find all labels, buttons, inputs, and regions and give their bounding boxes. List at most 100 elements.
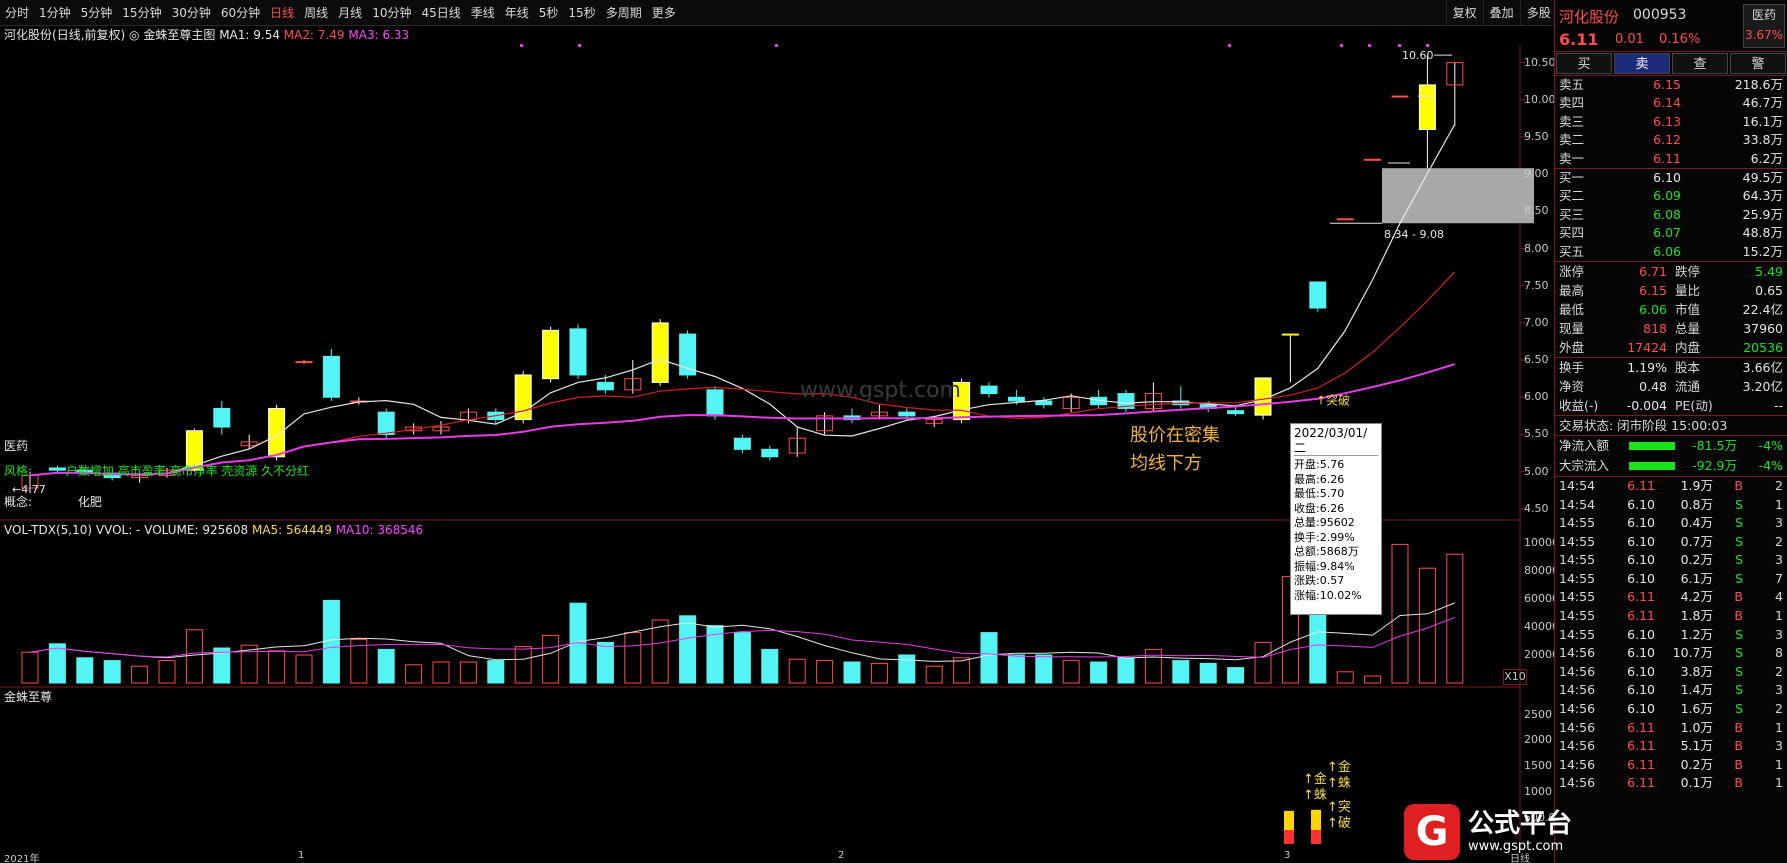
period-tab-3[interactable]: 15分钟: [117, 0, 166, 26]
book-price: 6.15: [1653, 77, 1681, 92]
tick-row[interactable]: 14:54 6.11 1.9万 B 2: [1555, 477, 1787, 496]
period-tab-13[interactable]: 5秒: [534, 0, 564, 26]
stat-label: 净资: [1559, 378, 1585, 394]
tick-count: 7: [1775, 570, 1783, 586]
period-tab-0[interactable]: 分时: [0, 0, 34, 26]
trade-button-3[interactable]: 警: [1730, 53, 1786, 74]
volume-bar: [843, 661, 861, 684]
tick-row[interactable]: 14:55 6.11 4.2万 B 4: [1555, 588, 1787, 607]
candle-body: [268, 407, 286, 458]
tick-row[interactable]: 14:56 6.10 1.6万 S 2: [1555, 700, 1787, 719]
trade-button-2[interactable]: 查: [1672, 53, 1728, 74]
candle-body: [651, 322, 669, 383]
period-tab-4[interactable]: 30分钟: [167, 0, 216, 26]
period-tab-16[interactable]: 更多: [647, 0, 681, 26]
volume-bar: [487, 660, 505, 684]
tick-direction: B: [1734, 608, 1743, 624]
period-tab-15[interactable]: 多周期: [601, 0, 647, 26]
tick-price: 6.11: [1627, 589, 1655, 605]
period-tab-8[interactable]: 月线: [333, 0, 367, 26]
tick-count: 4: [1775, 589, 1783, 605]
asks-row-3[interactable]: 卖二 6.12 33.8万: [1555, 131, 1787, 149]
candle-body: [1254, 377, 1272, 416]
toolbar-action-2[interactable]: 多股: [1519, 0, 1557, 26]
flow-pct: -4%: [1758, 437, 1783, 453]
volume-bar: [1227, 667, 1245, 684]
tick-row[interactable]: 14:55 6.10 6.1万 S 7: [1555, 570, 1787, 589]
book-price: 6.10: [1653, 169, 1681, 185]
candle: [1364, 158, 1382, 161]
period-tab-5[interactable]: 60分钟: [216, 0, 265, 26]
stat-label-2: 内盘: [1675, 339, 1701, 355]
quote-price: 6.11: [1559, 30, 1599, 49]
tick-row[interactable]: 14:55 6.10 0.2万 S 3: [1555, 551, 1787, 570]
sector-button[interactable]: 医药 3.67%: [1743, 4, 1785, 48]
tick-volume: 0.2万: [1680, 552, 1713, 568]
tick-row[interactable]: 14:56 6.11 1.0万 B 1: [1555, 719, 1787, 738]
tick-time: 14:56: [1559, 701, 1596, 717]
trade-button-0[interactable]: 买: [1556, 53, 1612, 74]
volume-indicator[interactable]: VOL-TDX(5,10): [4, 523, 92, 537]
tick-row[interactable]: 14:56 6.10 3.8万 S 2: [1555, 663, 1787, 682]
bids-row-3[interactable]: 买四 6.07 48.8万: [1555, 224, 1787, 242]
flow-row-0: 净流入额 -81.5万 -4%: [1555, 436, 1787, 456]
tick-direction: S: [1735, 570, 1743, 586]
tick-price: 6.10: [1627, 626, 1655, 642]
bids-row-2[interactable]: 买三 6.08 25.9万: [1555, 206, 1787, 224]
volume-scale[interactable]: X10: [1503, 669, 1527, 685]
ask-book: 卖五 6.15 218.6万 卖四 6.14 46.7万 卖三 6.13 16.1万 卖二 6.12…: [1555, 76, 1787, 169]
volume-bar: [596, 641, 614, 684]
period-tab-10[interactable]: 45日线: [416, 0, 465, 26]
trade-state: 交易状态: 闭市阶段 15:00:03: [1555, 416, 1787, 436]
tick-volume: 1.4万: [1680, 682, 1713, 698]
tick-row[interactable]: 14:55 6.11 1.8万 B 1: [1555, 607, 1787, 626]
chart-mode: (日线,前复权): [52, 28, 126, 42]
tick-row[interactable]: 14:56 6.11 0.1万 B 1: [1555, 774, 1787, 793]
asks-row-4[interactable]: 卖一 6.11 6.2万: [1555, 150, 1787, 168]
stock-terminal: 分时 1分钟 5分钟 15分钟 30分钟 60分钟 日线 周线 月线 10分钟 45日线 季线 年线 5秒…: [0, 0, 1787, 863]
circle-icon[interactable]: ◎: [129, 28, 139, 42]
tick-list[interactable]: 14:54 6.11 1.9万 B 2 14:54 6.10 0.8万 S 1 14:55 6.10 0…: [1555, 477, 1787, 793]
period-tab-1[interactable]: 1分钟: [34, 0, 76, 26]
chart-indicator-name[interactable]: 金蛛至尊主图: [143, 28, 215, 42]
tick-count: 3: [1775, 738, 1783, 754]
toolbar-action-1[interactable]: 叠加: [1482, 0, 1520, 26]
tick-time: 14:55: [1559, 515, 1596, 531]
period-tab-14[interactable]: 15秒: [563, 0, 600, 26]
period-tab-12[interactable]: 年线: [500, 0, 534, 26]
tick-row[interactable]: 14:55 6.10 0.4万 S 3: [1555, 514, 1787, 533]
toolbar-action-0[interactable]: 复权: [1445, 0, 1483, 26]
candle-body: [1035, 400, 1053, 406]
tick-time: 14:55: [1559, 570, 1596, 586]
period-tab-11[interactable]: 季线: [466, 0, 500, 26]
period-tab-7[interactable]: 周线: [299, 0, 333, 26]
tick-row[interactable]: 14:56 6.10 10.7万 S 8: [1555, 644, 1787, 663]
period-tab-2[interactable]: 5分钟: [76, 0, 118, 26]
bids-row-0[interactable]: 买一 6.10 49.5万: [1555, 169, 1787, 187]
signal-jinzhu-2: ↑金 ↑蛛: [1327, 760, 1351, 792]
tick-row[interactable]: 14:56 6.11 0.2万 B 1: [1555, 756, 1787, 775]
indicator-name[interactable]: 金蛛至尊: [4, 690, 52, 704]
volume-bar: [1364, 675, 1382, 684]
period-tab-6[interactable]: 日线: [265, 0, 299, 26]
asks-row-2[interactable]: 卖三 6.13 16.1万: [1555, 113, 1787, 131]
period-tab-9[interactable]: 10分钟: [367, 0, 416, 26]
tick-row[interactable]: 14:56 6.10 1.4万 S 3: [1555, 681, 1787, 700]
concept-value: 化肥: [77, 495, 102, 509]
candle: [816, 412, 834, 435]
asks-row-0[interactable]: 卖五 6.15 218.6万: [1555, 76, 1787, 94]
concept-label: 概念:: [4, 495, 33, 509]
tick-volume: 0.2万: [1680, 756, 1713, 772]
flow-pct: -4%: [1758, 457, 1783, 473]
volume-bar: [651, 619, 669, 684]
tick-row[interactable]: 14:55 6.10 1.2万 S 3: [1555, 626, 1787, 645]
tick-row[interactable]: 14:56 6.11 5.1万 B 3: [1555, 737, 1787, 756]
tick-row[interactable]: 14:55 6.10 0.7万 S 2: [1555, 533, 1787, 552]
tick-count: 3: [1775, 682, 1783, 698]
period-toolbar: 分时 1分钟 5分钟 15分钟 30分钟 60分钟 日线 周线 月线 10分钟 45日线 季线 年线 5秒…: [0, 0, 1787, 26]
bids-row-4[interactable]: 买五 6.06 15.2万: [1555, 243, 1787, 261]
trade-button-1[interactable]: 卖: [1614, 53, 1670, 74]
asks-row-1[interactable]: 卖四 6.14 46.7万: [1555, 94, 1787, 112]
tick-row[interactable]: 14:54 6.10 0.8万 S 1: [1555, 496, 1787, 515]
bids-row-1[interactable]: 买二 6.09 64.3万: [1555, 187, 1787, 205]
